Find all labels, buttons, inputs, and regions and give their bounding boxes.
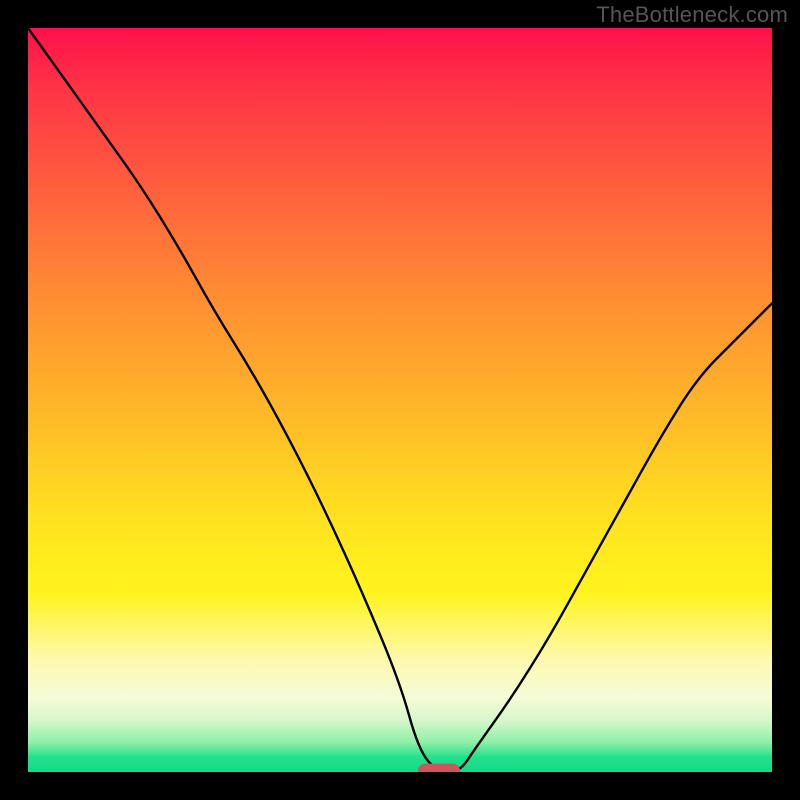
watermark-text: TheBottleneck.com [596, 2, 788, 28]
optimum-marker [418, 764, 460, 772]
bottleneck-curve [28, 28, 772, 772]
chart-frame: TheBottleneck.com [0, 0, 800, 800]
plot-area [28, 28, 772, 772]
